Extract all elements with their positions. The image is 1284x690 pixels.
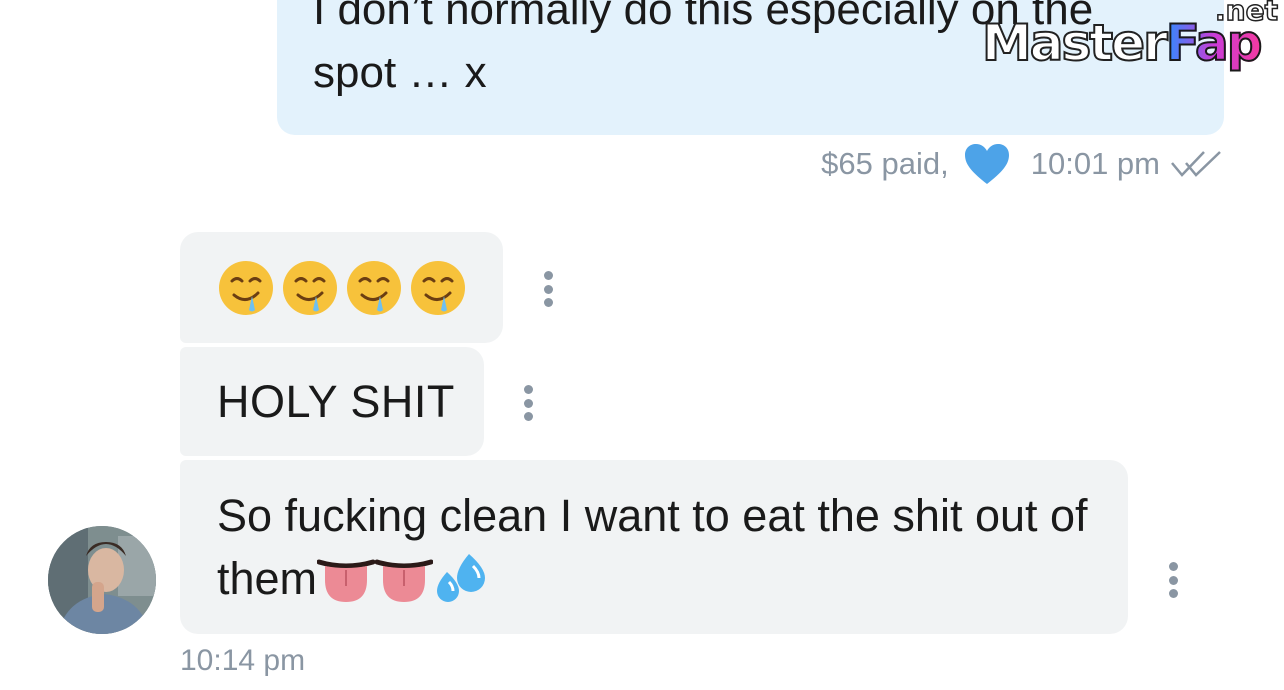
outgoing-message-meta: $65 paid, 10:01 pm [821,140,1224,188]
message-options-icon[interactable] [1168,562,1178,598]
tongue-icon [375,559,434,602]
message-options-icon[interactable] [523,385,533,421]
incoming-message-time: 10:14 pm [180,644,306,677]
incoming-message-text-wrap: So fucking clean I want to eat the shit … [217,484,1097,610]
avatar[interactable] [48,526,156,634]
drooling-face-icon [283,260,337,315]
drooling-face-icon [411,260,465,315]
watermark-suffix: .net [1214,0,1278,28]
emoji-row [217,259,467,317]
paid-label: $65 paid, [821,146,949,181]
tongue-icon [317,559,376,602]
incoming-message-text: HOLY SHIT [217,375,455,427]
outgoing-message-time: 10:01 pm [1030,146,1160,181]
incoming-message-bubble[interactable]: So fucking clean I want to eat the shit … [180,460,1128,634]
watermark-logo: MasterFap .net [981,0,1282,80]
heart-icon[interactable] [963,142,1011,186]
avatar-image [48,526,156,634]
double-check-icon [1171,151,1221,177]
incoming-message-bubble[interactable] [180,232,503,343]
drooling-face-icon [347,260,401,315]
sweat-droplets-icon [437,554,486,602]
drooling-face-icon [219,260,273,315]
incoming-message-bubble[interactable]: HOLY SHIT [180,347,484,456]
message-options-icon[interactable] [543,271,553,307]
